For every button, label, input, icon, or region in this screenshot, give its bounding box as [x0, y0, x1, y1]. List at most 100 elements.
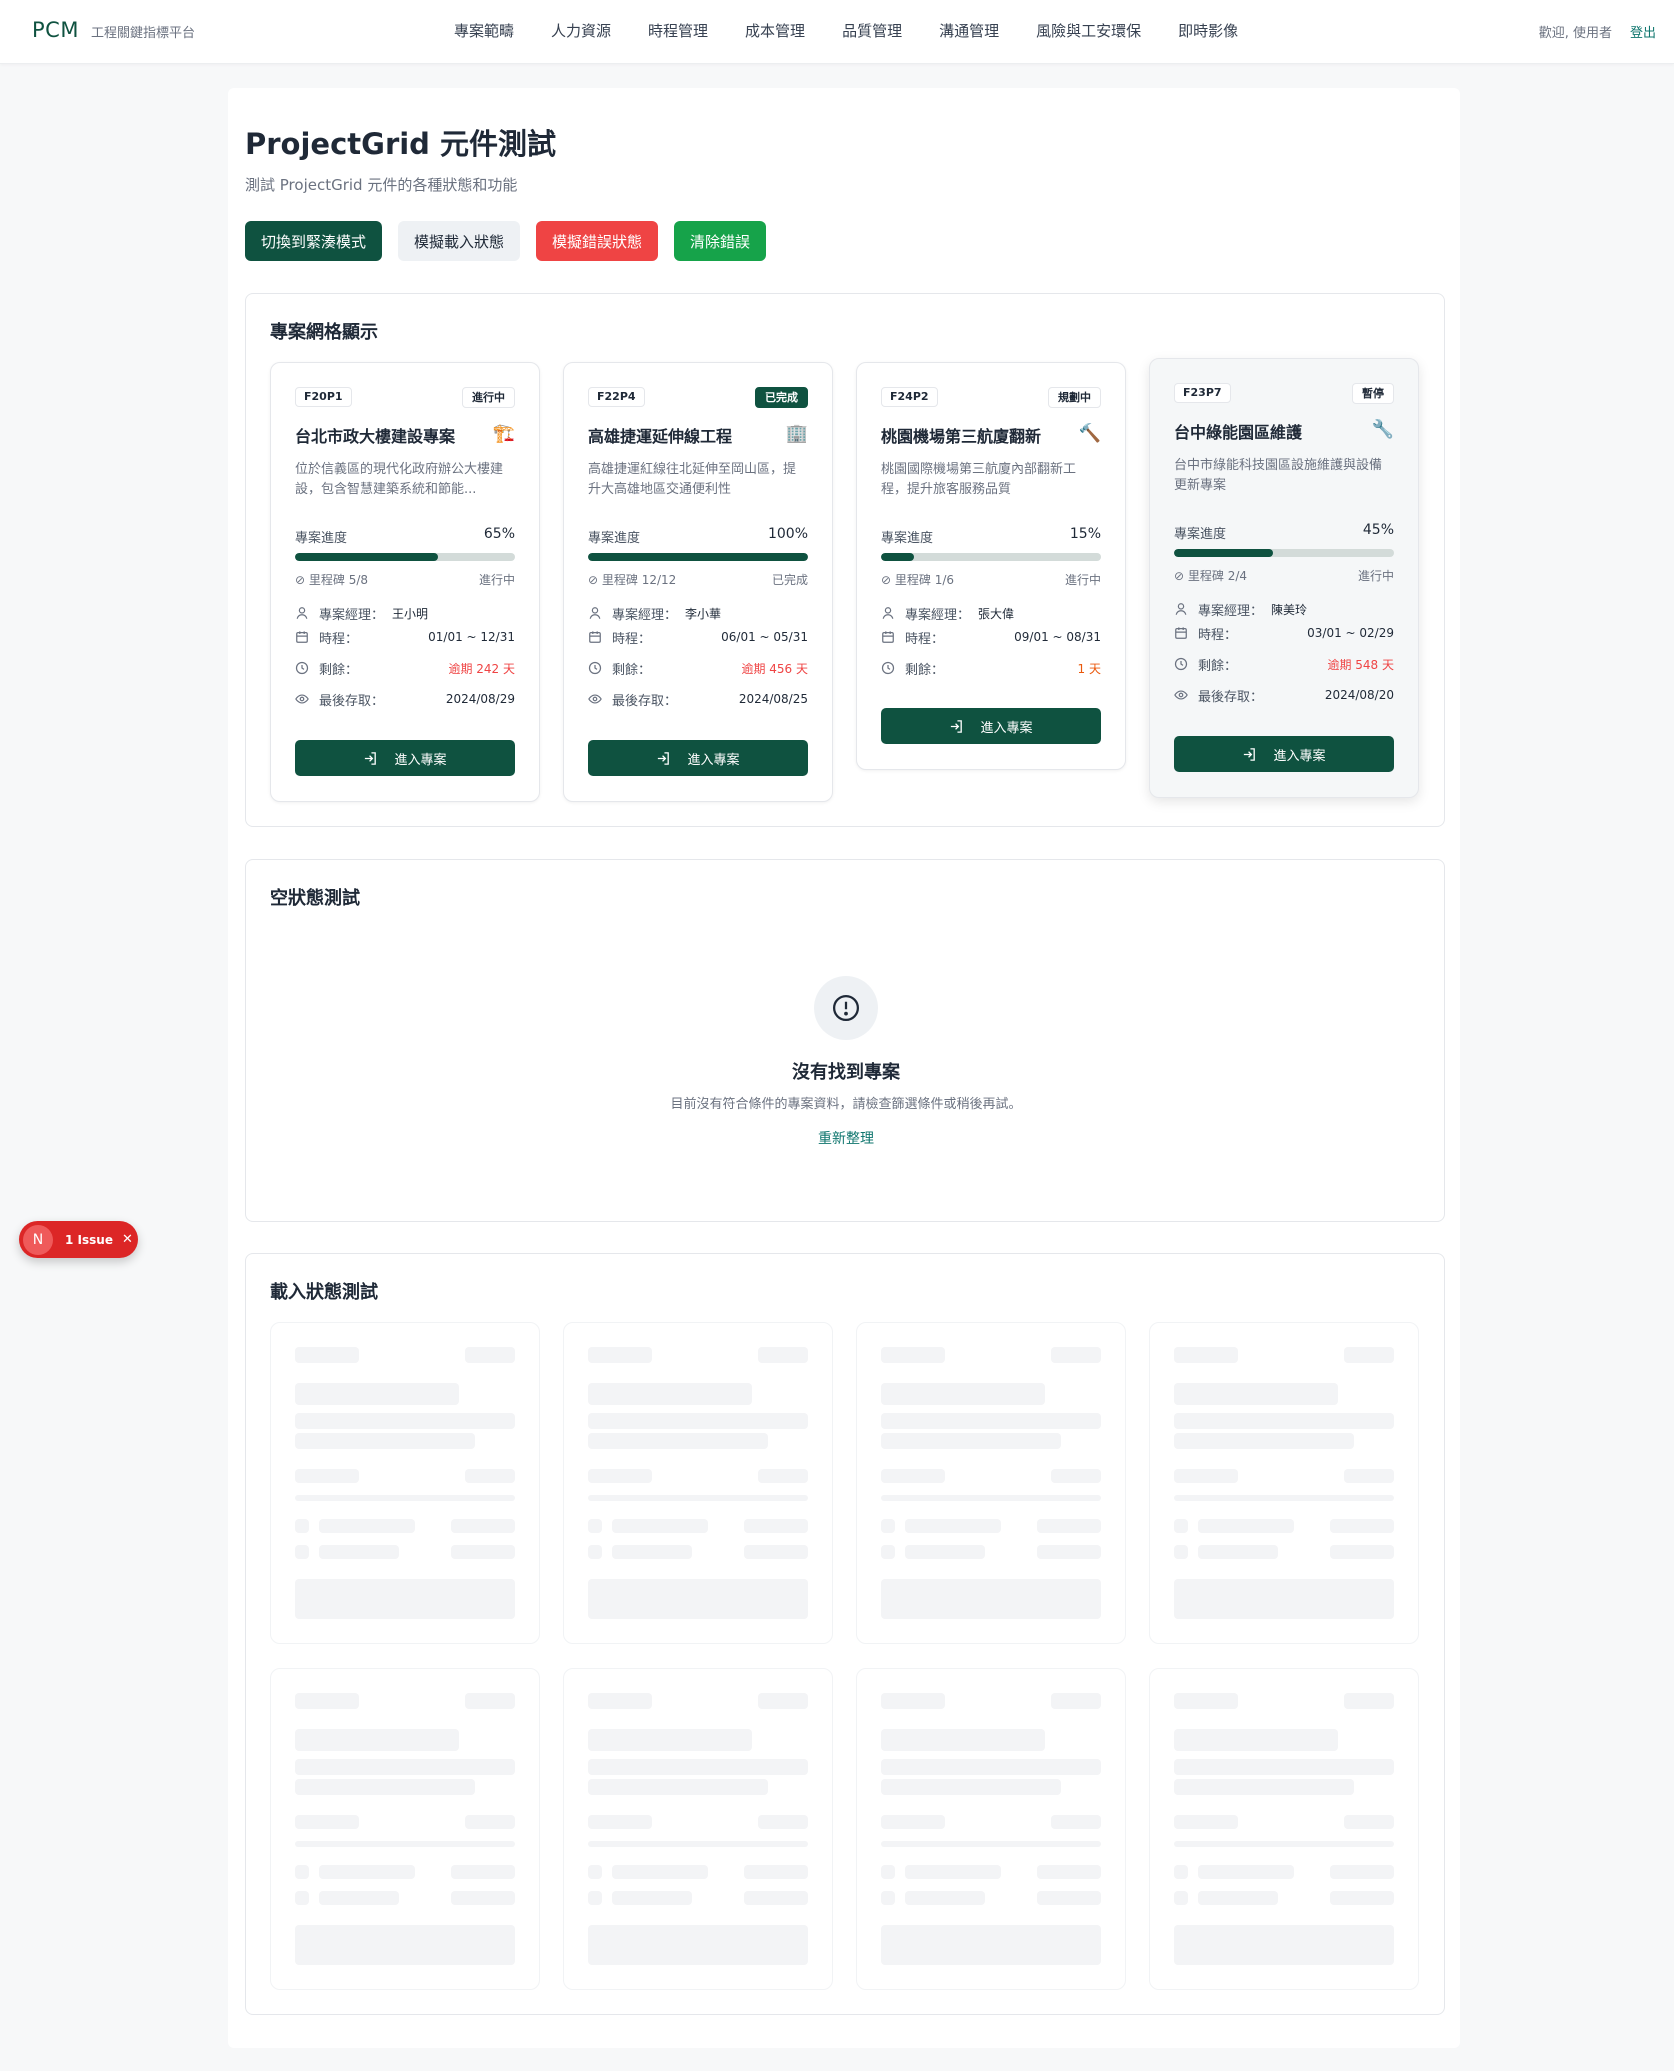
milestone-status: 進行中 — [1357, 569, 1394, 583]
brand[interactable]: PCM 工程關鍵指標平台 — [32, 18, 195, 42]
skeleton-line — [295, 1545, 309, 1559]
enter-project-button[interactable]: 進入專案 — [881, 708, 1101, 744]
last-access-label: 最後存取： — [1198, 689, 1264, 705]
skeleton-line — [319, 1519, 415, 1533]
user-area: 歡迎, 使用者 登出 — [1539, 22, 1656, 41]
status-badge: 已完成 — [755, 387, 808, 408]
skeleton-line — [744, 1865, 808, 1879]
skeleton-card — [856, 1668, 1126, 1990]
progress-fill — [588, 553, 808, 561]
status-badge: 進行中 — [462, 387, 515, 408]
nav-item-cost[interactable]: 成本管理 — [745, 20, 805, 41]
simulate-error-button[interactable]: 模擬錯誤狀態 — [536, 221, 659, 261]
skeleton-line — [1174, 1545, 1188, 1559]
enter-project-button[interactable]: 進入專案 — [1174, 736, 1394, 772]
clear-error-button[interactable]: 清除錯誤 — [674, 221, 767, 261]
skeleton-line — [319, 1545, 399, 1559]
skeleton-line — [588, 1779, 768, 1795]
project-description: 位於信義區的現代化政府辦公大樓建設，包含智慧建築系統和節能... — [295, 462, 504, 497]
calendar-icon — [296, 631, 308, 643]
last-access-row: 最後存取： 2024/08/25 — [588, 688, 808, 710]
skeleton-line — [588, 1729, 752, 1751]
skeleton-line — [881, 1759, 1101, 1775]
skeleton-card — [1149, 1668, 1419, 1990]
project-name: 台北市政大樓建設專案 — [295, 427, 456, 446]
skeleton-line — [881, 1693, 945, 1709]
nav-item-communication[interactable]: 溝通管理 — [939, 20, 999, 41]
enter-project-button[interactable]: 進入專案 — [588, 740, 808, 776]
project-card[interactable]: F20P1 進行中 台北市政大樓建設專案 🏗️ 位於信義區的現代化政府辦公大樓建… — [270, 362, 540, 802]
skeleton-line — [451, 1891, 515, 1905]
progress-fill — [1174, 549, 1273, 557]
skeleton-line — [295, 1519, 309, 1533]
project-card[interactable]: F23P7 暫停 台中綠能園區維護 🔧 台中市綠能科技園區設施維護與設備更新專案… — [1149, 358, 1419, 798]
skeleton-line — [881, 1495, 1101, 1501]
skeleton-line — [1330, 1891, 1394, 1905]
project-card[interactable]: F22P4 已完成 高雄捷運延伸線工程 🏢 高雄捷運紅線往北延伸至岡山區，提升大… — [563, 362, 833, 802]
skeleton-line — [1344, 1693, 1394, 1709]
skeleton-line — [1174, 1495, 1394, 1501]
skeleton-line — [881, 1891, 895, 1905]
nav-item-quality[interactable]: 品質管理 — [842, 20, 902, 41]
skeleton-line — [295, 1469, 359, 1483]
skeleton-line — [295, 1433, 475, 1449]
progress-label: 專案進度 — [1174, 527, 1227, 542]
login-icon — [658, 751, 670, 765]
app-logo[interactable]: PCM — [32, 18, 79, 42]
skeleton-line — [881, 1841, 1101, 1847]
schedule-row: 時程： 01/01 ~ 12/31 — [295, 626, 515, 648]
section-title: 空狀態測試 — [270, 888, 360, 909]
nav-item-scope[interactable]: 專案範疇 — [454, 20, 514, 41]
skeleton-line — [319, 1891, 399, 1905]
nav-item-hr[interactable]: 人力資源 — [551, 20, 611, 41]
alert-circle-icon — [814, 976, 878, 1040]
status-badge: 規劃中 — [1048, 387, 1101, 408]
skeleton-line — [881, 1729, 1045, 1751]
skeleton-line — [612, 1519, 708, 1533]
issue-badge[interactable]: N 1 Issue ✕ — [19, 1221, 138, 1258]
skeleton-line — [1330, 1865, 1394, 1879]
close-icon[interactable]: ✕ — [122, 1232, 133, 1247]
simulate-loading-button[interactable]: 模擬載入狀態 — [398, 221, 521, 261]
skeleton-card — [270, 1322, 540, 1644]
schedule-label: 時程： — [319, 631, 359, 647]
skeleton-card — [563, 1322, 833, 1644]
project-card[interactable]: F24P2 規劃中 桃園機場第三航廈翻新 🔨 桃園國際機場第三航廈內部翻新工程，… — [856, 362, 1126, 770]
enter-project-label: 進入專案 — [1273, 748, 1326, 764]
skeleton-line — [295, 1865, 309, 1879]
refresh-link[interactable]: 重新整理 — [246, 1128, 1446, 1148]
manager-label: 專案經理： — [1198, 603, 1264, 619]
skeleton-line — [1051, 1815, 1101, 1829]
skeleton-line — [588, 1815, 652, 1829]
skeleton-line — [1037, 1519, 1101, 1533]
progress-fill — [295, 553, 438, 561]
project-code: F24P2 — [881, 387, 938, 407]
skeleton-line — [881, 1469, 945, 1483]
schedule-row: 時程： 03/01 ~ 02/29 — [1174, 622, 1394, 644]
skeleton-line — [588, 1891, 602, 1905]
manager-row: 專案經理： 張大偉 — [881, 602, 1101, 624]
skeleton-line — [295, 1925, 515, 1965]
skeleton-line — [1198, 1519, 1294, 1533]
nav-item-risk-safety[interactable]: 風險與工安環保 — [1036, 20, 1141, 41]
clock-icon — [1174, 657, 1188, 671]
user-icon — [296, 607, 308, 619]
main-panel: ProjectGrid 元件測試 測試 ProjectGrid 元件的各種狀態和… — [228, 88, 1460, 2048]
empty-state-section: 空狀態測試 沒有找到專案 目前沒有符合條件的專案資料，請檢查篩選條件或稍後再試。… — [245, 859, 1445, 1222]
schedule-label: 時程： — [1198, 627, 1238, 643]
skeleton-line — [758, 1815, 808, 1829]
enter-project-button[interactable]: 進入專案 — [295, 740, 515, 776]
welcome-text: 歡迎, 使用者 — [1538, 26, 1612, 41]
nav-item-schedule[interactable]: 時程管理 — [648, 20, 708, 41]
skeleton-line — [758, 1693, 808, 1709]
status-badge: 暫停 — [1352, 383, 1394, 404]
last-access-label: 最後存取： — [612, 693, 678, 709]
nav-item-live-video[interactable]: 即時影像 — [1178, 20, 1238, 41]
skeleton-line — [588, 1693, 652, 1709]
skeleton-line — [295, 1759, 515, 1775]
logout-link[interactable]: 登出 — [1630, 22, 1656, 41]
skeleton-line — [1051, 1693, 1101, 1709]
clock-icon — [588, 661, 602, 675]
compact-mode-button[interactable]: 切換到緊湊模式 — [245, 221, 383, 261]
skeleton-line — [1174, 1891, 1188, 1905]
